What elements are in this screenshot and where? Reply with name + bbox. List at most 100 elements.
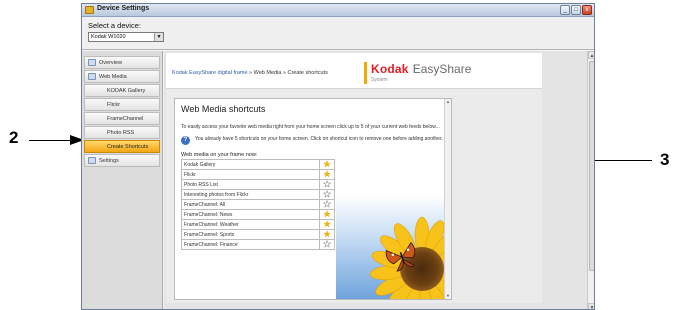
content-area: Kodak EasyShare digital frame » Web Medi… <box>164 51 594 309</box>
scroll-down-icon[interactable]: ▼ <box>445 293 451 299</box>
info-icon: ? <box>181 136 190 145</box>
sunflower-illustration <box>336 195 444 299</box>
star-icon[interactable]: ★ <box>323 179 332 189</box>
shortcut-toggle[interactable]: ★ <box>319 219 335 230</box>
star-icon[interactable]: ★ <box>323 160 331 169</box>
shortcuts-panel: Web Media shortcuts To easily access you… <box>174 98 452 300</box>
minimize-button[interactable]: _ <box>560 5 570 15</box>
star-icon[interactable]: ★ <box>323 210 331 219</box>
breadcrumb-link-home[interactable]: Kodak EasyShare digital frame <box>172 70 248 76</box>
breadcrumb-trail: » Web Media » Create shortcuts <box>249 70 328 76</box>
product-subtitle: System <box>371 77 388 83</box>
device-label: Select a device: <box>88 21 141 30</box>
shortcut-label: Flickr <box>181 169 320 180</box>
overview-icon <box>88 59 96 66</box>
chevron-down-icon[interactable]: ▼ <box>154 33 163 41</box>
list-heading: Web media on your frame now: <box>181 152 258 158</box>
table-row: Photo RSS List ★ <box>181 179 335 190</box>
scroll-up-icon[interactable]: ▲ <box>588 51 594 59</box>
shortcut-label: Photo RSS List <box>181 179 320 190</box>
callout-line-2 <box>29 140 71 141</box>
close-button[interactable]: x <box>582 5 592 15</box>
sidebar-item-photo-rss[interactable]: Photo RSS <box>84 126 160 139</box>
shortcut-toggle[interactable]: ★ <box>319 239 335 250</box>
sidebar-item-settings[interactable]: Settings <box>84 154 160 167</box>
kodak-easyshare-logo: Kodak EasyShare System <box>364 62 471 84</box>
info-message: ? You already have 5 shortcuts on your h… <box>181 136 443 145</box>
shortcut-toggle[interactable]: ★ <box>319 229 335 240</box>
sidebar-item-label: Overview <box>99 60 122 66</box>
shortcut-label: FrameChannel: Finance <box>181 239 320 250</box>
star-icon[interactable]: ★ <box>323 189 332 199</box>
breadcrumb: Kodak EasyShare digital frame » Web Medi… <box>172 70 328 76</box>
table-row: FrameChannel: Finance ★ <box>181 239 335 250</box>
shortcut-toggle[interactable]: ★ <box>319 169 335 180</box>
callout-number-3: 3 <box>660 150 670 169</box>
product-name: EasyShare <box>412 62 472 76</box>
web-media-icon <box>88 73 96 80</box>
shortcut-toggle[interactable]: ★ <box>319 179 335 190</box>
shortcut-label: FrameChannel: Sports <box>181 229 320 240</box>
sunflower-image <box>336 195 444 299</box>
scroll-up-icon[interactable]: ▲ <box>445 99 451 105</box>
panel-title: Web Media shortcuts <box>181 104 266 114</box>
sidebar: Overview Web Media KODAK Gallery Flickr … <box>82 51 163 309</box>
shortcut-toggle[interactable]: ★ <box>319 159 335 170</box>
device-selector-area: Select a device: Kodak W1020 ▼ <box>82 17 594 50</box>
table-row: Kodak Gallery ★ <box>181 159 335 170</box>
shortcut-label: Interesting photos from Flickr <box>181 189 320 200</box>
sidebar-item-web-media[interactable]: Web Media <box>84 70 160 83</box>
window-controls: _ □ x <box>560 5 592 15</box>
shortcut-label: FrameChannel: News <box>181 209 320 220</box>
sidebar-item-label: FrameChannel <box>107 116 144 122</box>
device-dropdown[interactable]: Kodak W1020 ▼ <box>88 32 164 42</box>
sidebar-item-label: Flickr <box>107 102 121 108</box>
shortcut-toggle[interactable]: ★ <box>319 199 335 210</box>
table-row: FrameChannel: Sports ★ <box>181 229 335 240</box>
shortcut-toggle[interactable]: ★ <box>319 209 335 220</box>
scroll-down-icon[interactable]: ▼ <box>588 303 594 309</box>
sidebar-item-framechannel[interactable]: FrameChannel <box>84 112 160 125</box>
info-text: You already have 5 shortcuts on your hom… <box>195 136 443 142</box>
app-icon <box>85 6 94 14</box>
title-bar: Device Settings _ □ x <box>82 4 594 17</box>
shortcut-table: Kodak Gallery ★ Flickr ★ Photo RSS List ★ Inte… <box>181 159 335 250</box>
sidebar-item-create-shortcuts[interactable]: Create Shortcuts <box>84 140 160 153</box>
shortcut-label: FrameChannel: All <box>181 199 320 210</box>
shortcut-label: FrameChannel: Weather <box>181 219 320 230</box>
web-page: Kodak EasyShare digital frame » Web Medi… <box>166 53 542 303</box>
star-icon[interactable]: ★ <box>323 199 332 209</box>
sidebar-item-label: Settings <box>99 158 119 164</box>
star-icon[interactable]: ★ <box>323 239 332 249</box>
intro-text: To easily access your favorite web media… <box>181 124 440 130</box>
table-row: Interesting photos from Flickr ★ <box>181 189 335 200</box>
panel-scrollbar[interactable]: ▲ ▼ <box>444 99 451 299</box>
table-row: FrameChannel: News ★ <box>181 209 335 220</box>
device-dropdown-value: Kodak W1020 <box>91 34 126 40</box>
content-scrollbar[interactable]: ▲ ▼ <box>587 51 594 309</box>
table-row: FrameChannel: All ★ <box>181 199 335 210</box>
sidebar-item-label: Photo RSS <box>107 130 135 136</box>
scroll-thumb[interactable] <box>589 61 594 271</box>
table-row: Flickr ★ <box>181 169 335 180</box>
settings-icon <box>88 157 96 164</box>
star-icon[interactable]: ★ <box>323 170 331 179</box>
logo-bar <box>364 62 367 84</box>
sidebar-item-overview[interactable]: Overview <box>84 56 160 69</box>
device-settings-window: Device Settings _ □ x Select a device: K… <box>81 3 595 310</box>
sidebar-item-label: Create Shortcuts <box>107 144 149 150</box>
sidebar-item-kodak-gallery[interactable]: KODAK Gallery <box>84 84 160 97</box>
table-row: FrameChannel: Weather ★ <box>181 219 335 230</box>
sidebar-item-label: KODAK Gallery <box>107 88 146 94</box>
page-header: Kodak EasyShare digital frame » Web Medi… <box>166 53 542 89</box>
star-icon[interactable]: ★ <box>323 220 331 229</box>
sidebar-item-flickr[interactable]: Flickr <box>84 98 160 111</box>
shortcut-toggle[interactable]: ★ <box>319 189 335 200</box>
callout-number-2: 2 <box>9 128 19 147</box>
window-title: Device Settings <box>97 5 150 12</box>
sidebar-item-label: Web Media <box>99 74 127 80</box>
shortcut-label: Kodak Gallery <box>181 159 320 170</box>
brand-name: Kodak <box>371 62 409 76</box>
star-icon[interactable]: ★ <box>323 230 331 239</box>
maximize-button[interactable]: □ <box>571 5 581 15</box>
